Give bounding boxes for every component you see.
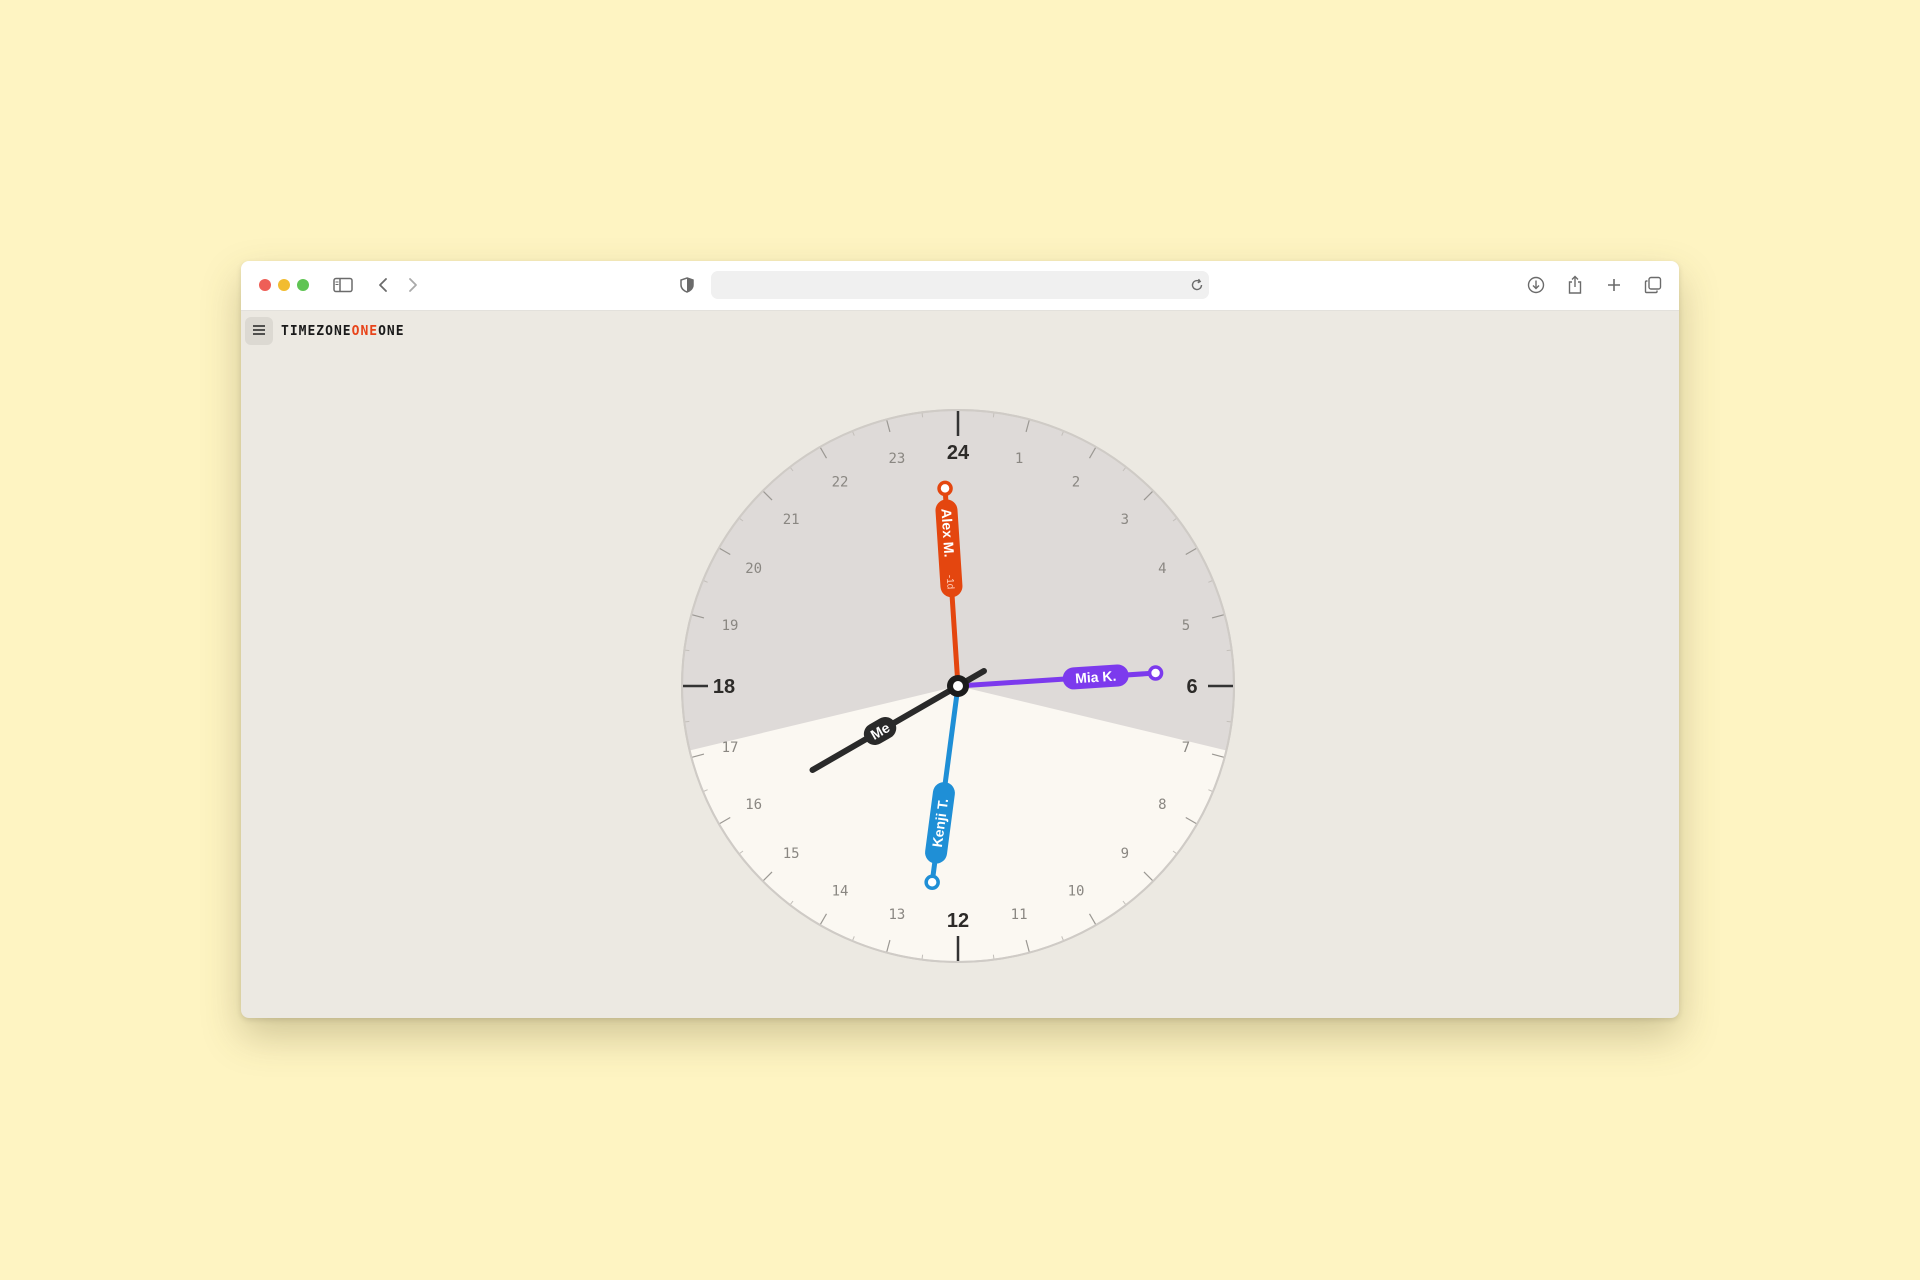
hour-label-17: 17 — [722, 740, 739, 756]
hour-label-11: 11 — [1011, 907, 1028, 923]
tick-half — [921, 413, 924, 418]
hand-tip-kenji-t[interactable] — [924, 874, 940, 891]
hour-label-20: 20 — [745, 561, 762, 577]
hour-label-23: 23 — [888, 451, 905, 467]
hour-label-14: 14 — [832, 883, 849, 899]
browser-window: TIMEZONEONEONE 24 1 2 3 4 5 6 7 8 9 10 11 12 13 14 15 16… — [241, 261, 1679, 1018]
hour-label-5: 5 — [1182, 618, 1190, 634]
hour-label-16: 16 — [745, 797, 762, 813]
hour-label-3: 3 — [1121, 512, 1129, 528]
hour-label-8: 8 — [1158, 797, 1166, 813]
clock-center-dot — [953, 681, 963, 691]
hand-tip-alex-m[interactable] — [937, 480, 953, 497]
tick-half — [1226, 720, 1231, 723]
hour-label-12: 12 — [947, 910, 969, 932]
tick-half — [992, 954, 995, 959]
hour-label-19: 19 — [722, 618, 739, 634]
timezone-clock: 24 1234567891011121314151617181920212223A… — [681, 409, 1235, 963]
hour-label-18: 18 — [713, 676, 735, 698]
hand-label-mia-k[interactable]: Mia K. — [1062, 664, 1129, 690]
hand-label-name: Alex M. — [938, 508, 957, 558]
hour-label-15: 15 — [783, 846, 800, 862]
hour-label-1: 1 — [1015, 451, 1023, 467]
hand-tip-mia-k[interactable] — [1147, 665, 1164, 681]
tick-half — [1226, 649, 1231, 652]
hour-label-22: 22 — [832, 475, 849, 491]
tick-half — [685, 649, 690, 652]
hour-label-24: 24 — [947, 442, 970, 464]
hour-label-7: 7 — [1182, 740, 1190, 756]
tick-half — [992, 413, 995, 418]
hand-label-name: Mia K. — [1075, 668, 1117, 687]
hour-label-4: 4 — [1158, 561, 1166, 577]
tick-half — [685, 720, 690, 723]
hour-label-2: 2 — [1072, 475, 1080, 491]
hour-label-10: 10 — [1068, 883, 1085, 899]
hand-label-badge: -1d — [944, 575, 956, 590]
hour-label-9: 9 — [1121, 846, 1129, 862]
hour-label-21: 21 — [783, 512, 800, 528]
hour-label-6: 6 — [1186, 676, 1197, 698]
hour-label-13: 13 — [888, 907, 905, 923]
tick-half — [921, 954, 924, 959]
